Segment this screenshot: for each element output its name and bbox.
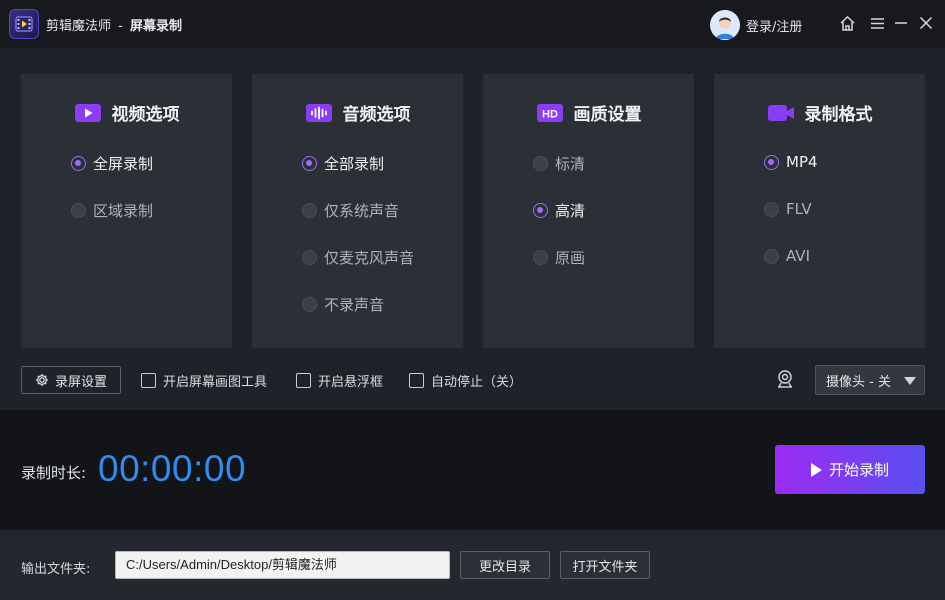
audio-options-panel: 音频选项 全部录制 仅系统声音 仅麦克风声音 不录声音 [252,74,463,348]
checkbox-label: 开启悬浮框 [318,375,384,390]
output-footer: 输出文件夹: C:/Users/Admin/Desktop/剪辑魔法师 更改目录… [0,530,945,600]
option-mp4[interactable]: MP4 [764,153,818,171]
radio-button[interactable] [302,297,317,312]
record-settings-button[interactable]: 录屏设置 [21,366,121,394]
radio-button[interactable] [764,154,779,170]
radio-button[interactable] [764,201,779,217]
record-area: 录制时长: 00:00:00 开始录制 [0,410,945,530]
camera-format-icon [767,103,795,123]
checkbox-drawing-tool[interactable]: 开启屏幕画图工具 [141,371,267,390]
option-high-quality[interactable]: 高清 [533,200,585,221]
video-icon [74,103,102,123]
camera-select-value: 摄像头 - 关 [826,374,891,390]
radio-button[interactable] [71,156,86,171]
checkbox[interactable] [141,373,156,388]
option-label: 原画 [555,249,586,267]
option-label: 全屏录制 [93,155,154,173]
webcam-icon[interactable] [774,368,796,390]
radio-button[interactable] [533,156,548,171]
page-name: 屏幕录制 [130,19,183,34]
menu-icon[interactable] [868,14,886,32]
title-separator: - [118,19,123,34]
radio-button[interactable] [533,250,548,265]
panel-title: 音频选项 [342,105,411,125]
chevron-down-icon [904,377,916,385]
panel-title: 画质设置 [573,105,642,125]
checkbox-floating-window[interactable]: 开启悬浮框 [296,371,383,390]
duration-label: 录制时长: [21,464,87,482]
panel-title: 视频选项 [111,105,180,125]
radio-button[interactable] [533,203,548,218]
option-standard-quality[interactable]: 标清 [533,153,585,174]
option-label: FLV [786,200,812,218]
change-directory-button[interactable]: 更改目录 [460,551,550,579]
close-icon[interactable] [917,14,935,32]
open-folder-button[interactable]: 打开文件夹 [560,551,650,579]
checkbox[interactable] [296,373,311,388]
gear-icon [35,373,49,387]
audio-wave-icon [305,103,333,123]
panel-header: 音频选项 [252,100,463,125]
option-all-audio[interactable]: 全部录制 [302,153,384,174]
option-label: 仅系统声音 [324,202,400,220]
start-record-button[interactable]: 开始录制 [775,445,925,494]
change-directory-label: 更改目录 [478,559,531,575]
option-no-audio[interactable]: 不录声音 [302,294,384,315]
checkbox[interactable] [409,373,424,388]
checkbox-label: 开启屏幕画图工具 [163,375,268,390]
option-region[interactable]: 区域录制 [71,200,153,221]
option-original-quality[interactable]: 原画 [533,247,585,268]
checkbox-label: 自动停止（关） [431,375,523,390]
option-label: 仅麦克风声音 [324,249,415,267]
radio-button[interactable] [71,203,86,218]
open-folder-label: 打开文件夹 [572,559,638,575]
radio-button[interactable] [764,248,779,264]
option-fullscreen[interactable]: 全屏录制 [71,153,153,174]
video-options-panel: 视频选项 全屏录制 区域录制 [21,74,232,348]
minimize-icon[interactable] [892,14,910,32]
option-label: 高清 [555,202,586,220]
panel-header: 视频选项 [21,100,232,125]
record-format-panel: 录制格式 MP4 FLV AVI [714,74,925,348]
panel-header: 录制格式 [714,100,925,125]
home-icon[interactable] [838,14,856,32]
output-folder-label: 输出文件夹: [21,562,91,577]
window-title: 剪辑魔法师 - 屏幕录制 [46,15,182,34]
option-label: MP4 [786,153,818,171]
radio-button[interactable] [302,156,317,171]
panel-title: 录制格式 [804,105,873,125]
quality-settings-panel: HD 画质设置 标清 高清 原画 [483,74,694,348]
option-label: 不录声音 [324,296,385,314]
record-timer: 00:00:00 [98,448,247,489]
panel-header: HD 画质设置 [483,100,694,125]
option-label: 区域录制 [93,202,154,220]
hd-icon: HD [536,103,564,123]
app-logo-icon [9,9,39,39]
start-record-label: 开始录制 [828,461,889,479]
option-label: 标清 [555,155,586,173]
login-register-link[interactable]: 登录/注册 [746,16,802,35]
option-system-audio[interactable]: 仅系统声音 [302,200,399,221]
hd-icon-text: HD [542,108,558,120]
option-label: 全部录制 [324,155,385,173]
option-flv[interactable]: FLV [764,200,812,218]
radio-button[interactable] [302,203,317,218]
camera-select[interactable]: 摄像头 - 关 [815,365,925,395]
avatar[interactable] [710,10,740,40]
option-mic-audio[interactable]: 仅麦克风声音 [302,247,414,268]
app-name: 剪辑魔法师 [46,19,112,34]
output-path-input[interactable]: C:/Users/Admin/Desktop/剪辑魔法师 [115,551,450,579]
option-avi[interactable]: AVI [764,247,810,265]
title-bar: 剪辑魔法师 - 屏幕录制 登录/注册 [0,0,945,48]
record-settings-label: 录屏设置 [54,374,107,390]
checkbox-auto-stop[interactable]: 自动停止（关） [409,371,522,390]
play-icon [810,462,822,477]
radio-button[interactable] [302,250,317,265]
option-label: AVI [786,247,810,265]
